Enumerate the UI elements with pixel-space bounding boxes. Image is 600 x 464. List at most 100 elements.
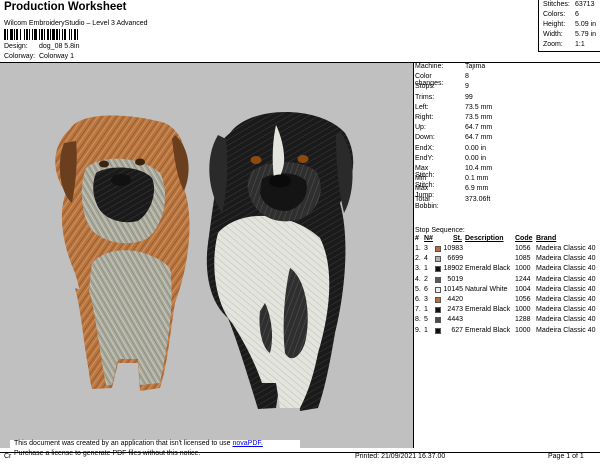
thread-color-swatch	[435, 246, 441, 252]
width-label: Width:	[543, 31, 563, 38]
thread-code: 1056	[515, 296, 531, 303]
info-label: Machine:	[415, 63, 444, 70]
embroidery-dogs-image	[55, 112, 354, 411]
colorway-label: Colorway:	[4, 53, 36, 60]
license-notice: This document was created by an applicat…	[10, 440, 300, 460]
height-label: Height:	[543, 21, 566, 28]
thread-color-swatch	[435, 276, 441, 283]
page-number: Page 1 of 1	[548, 453, 584, 460]
needle-number: 3	[424, 296, 428, 303]
thread-color-swatch	[435, 317, 441, 324]
info-value: 8	[465, 73, 469, 81]
info-label: Right:	[415, 114, 434, 121]
thread-color-swatch	[435, 297, 441, 303]
info-label: EndX:	[415, 144, 435, 152]
stitches-label: Stitches:	[543, 1, 570, 8]
needle-number: 1	[424, 306, 428, 314]
col-num: #	[415, 235, 419, 242]
thread-color-swatch	[435, 286, 441, 293]
thread-code: 1244	[515, 275, 531, 283]
needle-number: 5	[424, 316, 428, 324]
thread-code: 1085	[515, 255, 531, 263]
info-value: 373.06ft	[465, 195, 491, 203]
stop-index: 6.	[415, 296, 421, 303]
summary-box: Stitches: 63713 Colors: 6 Height: 5.09 in W…	[538, 0, 600, 52]
thread-color-swatch	[435, 266, 441, 273]
thread-brand: Madeira Classic 40	[536, 285, 596, 293]
info-value: 9	[465, 83, 469, 91]
thread-brand: Madeira Classic 40	[536, 255, 596, 263]
design-preview	[0, 63, 414, 448]
thread-brand: Madeira Classic 40	[536, 316, 596, 324]
stop-index: 2.	[415, 255, 421, 263]
info-value: 6.9 mm	[465, 185, 489, 193]
thread-brand: Madeira Classic 40	[536, 245, 596, 252]
thread-code: 1056	[515, 245, 531, 252]
col-n: N#	[424, 235, 433, 242]
stop-index: 9.	[415, 326, 421, 334]
stop-index: 1.	[415, 245, 421, 252]
width-value: 5.79 in	[575, 31, 597, 38]
thread-code: 1000	[515, 306, 531, 314]
info-value: 73.5 mm	[465, 114, 493, 121]
stop-sequence-title: Stop Sequence:	[415, 227, 465, 234]
design-row: Design: dog_08 5.8in	[4, 43, 79, 50]
col-brand: Brand	[536, 235, 557, 242]
thread-brand: Madeira Classic 40	[536, 265, 596, 273]
barcode	[4, 29, 114, 40]
thread-description: Emerald Black	[465, 265, 511, 273]
footer-left: Cr	[4, 453, 12, 460]
page-title: Production Worksheet	[4, 1, 127, 13]
footer-divider	[0, 452, 600, 453]
thread-description: Natural White	[465, 285, 508, 293]
colorway-value: Colorway 1	[39, 53, 75, 60]
thread-brand: Madeira Classic 40	[536, 296, 596, 303]
thread-code: 1000	[515, 265, 531, 273]
info-value: 73.5 mm	[465, 103, 493, 111]
novapdf-link[interactable]: novaPDF.	[232, 440, 262, 447]
height-value: 5.09 in	[575, 21, 597, 28]
info-label: Total Bobbin:	[415, 195, 439, 210]
notice-line-1: This document was created by an applicat…	[14, 440, 263, 447]
needle-number: 1	[424, 326, 428, 334]
thread-code: 1288	[515, 316, 531, 324]
thread-description: Emerald Black	[465, 326, 511, 334]
colors-value: 6	[575, 11, 579, 18]
thread-code: 1000	[515, 326, 531, 334]
software-subtitle: Wilcom EmbroideryStudio – Level 3 Advanc…	[4, 20, 148, 27]
col-st: St.	[453, 235, 462, 242]
col-code: Code	[515, 235, 533, 242]
info-value: 0.1 mm	[465, 175, 489, 183]
needle-number: 1	[424, 265, 428, 273]
stop-index: 5.	[415, 285, 421, 293]
needle-number: 3	[424, 245, 428, 252]
thread-brand: Madeira Classic 40	[536, 275, 596, 283]
info-label: EndY:	[415, 154, 434, 162]
stop-index: 7.	[415, 306, 421, 314]
stop-index: 3.	[415, 265, 421, 273]
thread-color-swatch	[435, 327, 441, 334]
info-value: 0.00 in	[465, 154, 487, 162]
info-value: 0.00 in	[465, 144, 487, 152]
design-label: Design:	[4, 43, 28, 50]
needle-number: 4	[424, 255, 428, 263]
needle-number: 6	[424, 285, 428, 293]
thread-code: 1004	[515, 285, 531, 293]
info-label: Stops:	[415, 83, 435, 91]
thread-color-swatch	[435, 256, 441, 263]
info-value: Tajima	[465, 63, 486, 70]
stitches-value: 63713	[575, 1, 595, 8]
col-description: Description	[465, 235, 504, 242]
zoom-label: Zoom:	[543, 41, 563, 48]
zoom-value: 1:1	[575, 41, 585, 48]
stop-index: 8.	[415, 316, 421, 324]
printed-timestamp: Printed: 21/09/2021 16.37.00	[355, 453, 446, 460]
thread-description: Emerald Black	[465, 306, 511, 314]
info-label: Up:	[415, 124, 426, 132]
stop-index: 4.	[415, 275, 421, 283]
info-value: 10.4 mm	[465, 165, 493, 172]
notice-text-1: This document was created by an applicat…	[14, 440, 233, 447]
needle-number: 2	[424, 275, 428, 283]
info-label: Trims:	[415, 93, 435, 101]
info-label: Down:	[415, 134, 435, 142]
